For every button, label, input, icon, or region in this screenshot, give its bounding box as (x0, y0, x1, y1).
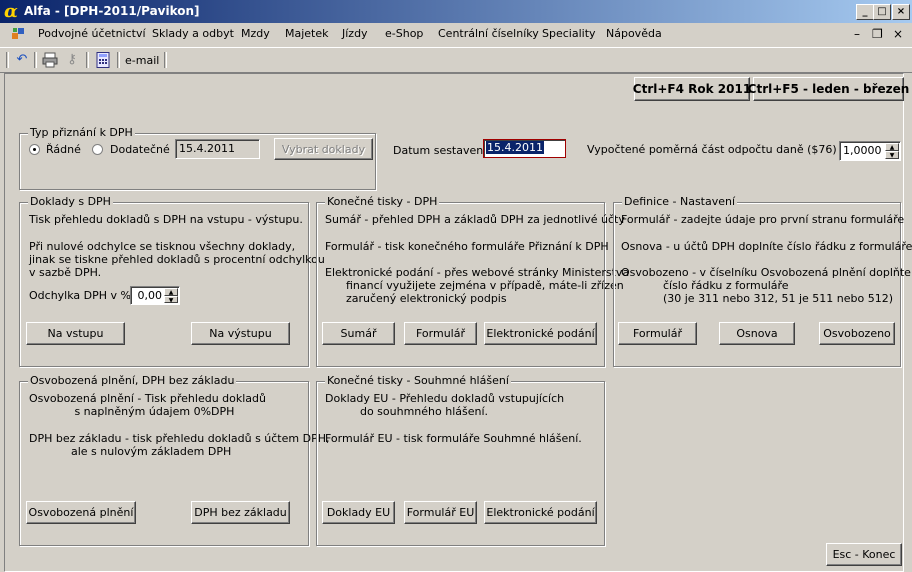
formular-eu-button[interactable]: Formulář EU (404, 501, 477, 524)
menu-item-majetek[interactable]: Majetek (285, 27, 329, 40)
datum-sestaveni-label: Datum sestavení (393, 144, 487, 157)
datum-sestaveni-value: 15.4.2011 (486, 141, 544, 154)
osvobozena-text-2: DPH bez základu - tisk přehledu dokladů … (29, 432, 330, 458)
pomer-label: Vypočtené poměrná část odpočtu daně ($76… (587, 143, 870, 156)
souhrnne-text-1: Doklady EU - Přehledu dokladů vstupující… (325, 392, 565, 418)
definice-text-2: Osnova - u účtů DPH doplníte číslo řádku… (621, 240, 912, 253)
definice-text-3: Osvobozeno - v číselníku Osvobozená plně… (621, 266, 911, 305)
doklady-eu-button[interactable]: Doklady EU (322, 501, 395, 524)
definice-legend: Definice - Nastavení (622, 195, 738, 208)
konecne-text-3: Elektronické podání - přes webové stránk… (325, 266, 630, 305)
konecne-dph-legend: Konečné tisky - DPH (325, 195, 440, 208)
radio-dodatecne[interactable] (92, 144, 103, 155)
toolbar-separator (86, 52, 89, 68)
odchylka-value: 0,00 (137, 289, 163, 302)
menu-item-ciselniky[interactable]: Centrální číselníky (438, 27, 539, 40)
window-title: Alfa - [DPH-2011/Pavikon] (24, 4, 200, 18)
spin-up-icon[interactable]: ▲ (885, 143, 899, 151)
osvobozena-plneni-button[interactable]: Osvobozená plnění (26, 501, 136, 524)
toolbar-grip (6, 52, 9, 68)
odchylka-label: Odchylka DPH v % (29, 289, 131, 302)
radio-radne-label: Řádné (46, 143, 81, 156)
pomer-value: 1,0000 (843, 144, 882, 157)
odchylka-stepper[interactable]: 0,00 ▲ ▼ (130, 286, 180, 305)
odchylka-spin[interactable]: ▲ ▼ (164, 288, 178, 303)
calculator-icon[interactable] (95, 52, 111, 68)
konecne-text-2: Formulář - tisk konečného formuláře Přiz… (325, 240, 609, 253)
toolbar-separator (164, 52, 167, 68)
typ-priznani-legend: Typ přiznání k DPH (28, 126, 135, 139)
print-icon[interactable] (42, 52, 58, 68)
year-button[interactable]: Ctrl+F4 Rok 2011 (633, 77, 751, 101)
na-vystupu-button[interactable]: Na výstupu (191, 322, 290, 345)
definice-text-1: Formulář - zadejte údaje pro první stran… (621, 213, 905, 226)
doklady-text-1: Tisk přehledu dokladů s DPH na vstupu - … (29, 213, 303, 226)
souhrnne-legend: Konečné tisky - Souhmné hlášení (325, 374, 511, 387)
pomer-spin[interactable]: ▲ ▼ (885, 143, 899, 159)
mdi-restore-button[interactable]: ❐ (872, 27, 883, 41)
spin-up-icon[interactable]: ▲ (164, 288, 178, 296)
menu-item-eshop[interactable]: e-Shop (385, 27, 423, 40)
doklady-dph-legend: Doklady s DPH (28, 195, 113, 208)
radio-radne[interactable] (29, 144, 40, 155)
doklady-text-2: Při nulové odchylce se tisknou všechny d… (29, 240, 325, 279)
menu-item-ucetnictvi[interactable]: Podvojné účetnictví (38, 27, 146, 40)
konecne-text-1: Sumář - přehled DPH a základů DPH za jed… (325, 213, 625, 226)
menu-item-speciality[interactable]: Speciality (542, 27, 596, 40)
undo-icon[interactable]: ↶ (14, 52, 30, 68)
email-button[interactable]: e-mail (125, 54, 159, 67)
menu-item-jizdy[interactable]: Jízdy (342, 27, 368, 40)
menu-item-sklady[interactable]: Sklady a odbyt (152, 27, 234, 40)
elektronicke-podani-button[interactable]: Elektronické podání (484, 322, 597, 345)
maximize-button[interactable]: □ (873, 4, 891, 20)
mdi-minimize-button[interactable]: – (854, 27, 860, 41)
souhrnne-text-2: Formulář EU - tisk formuláře Souhmné hlá… (325, 432, 582, 445)
definice-formular-button[interactable]: Formulář (618, 322, 697, 345)
app-menu-icon[interactable] (12, 27, 25, 40)
spin-down-icon[interactable]: ▼ (164, 295, 178, 303)
period-button[interactable]: Ctrl+F5 - leden - březen (748, 77, 909, 101)
mdi-close-button[interactable]: × (893, 27, 903, 41)
toolbar: ↶ ⚷ e-mail (0, 47, 912, 73)
app-logo-icon: α (4, 1, 18, 22)
typ-date-field[interactable]: 15.4.2011 (175, 139, 260, 159)
formular-button[interactable]: Formulář (404, 322, 477, 345)
datum-sestaveni-input[interactable]: 15.4.2011 (483, 139, 566, 158)
na-vstupu-button[interactable]: Na vstupu (26, 322, 125, 345)
minimize-button[interactable]: _ (856, 4, 874, 20)
souhrnne-elektronicke-button[interactable]: Elektronické podání (484, 501, 597, 524)
toolbar-separator (117, 52, 120, 68)
menu-bar: Podvojné účetnictví Sklady a odbyt Mzdy … (0, 23, 912, 45)
menu-item-napoveda[interactable]: Nápověda (606, 27, 662, 40)
osvobozena-text-1: Osvobozená plnění - Tisk přehledu doklad… (29, 392, 267, 418)
sumar-button[interactable]: Sumář (322, 322, 395, 345)
scrollbar[interactable] (902, 73, 910, 570)
close-button[interactable]: × (892, 4, 910, 20)
osvobozena-legend: Osvobozená plnění, DPH bez základu (28, 374, 237, 387)
vybrat-doklady-button[interactable]: Vybrat doklady (274, 138, 373, 160)
spin-down-icon[interactable]: ▼ (885, 151, 899, 159)
esc-konec-button[interactable]: Esc - Konec (826, 543, 902, 566)
title-bar: α Alfa - [DPH-2011/Pavikon] _ □ × (0, 0, 912, 23)
dph-bez-zakladu-button[interactable]: DPH bez základu (191, 501, 290, 524)
osnova-button[interactable]: Osnova (719, 322, 795, 345)
pomer-stepper[interactable]: 1,0000 ▲ ▼ (839, 141, 901, 161)
key-icon[interactable]: ⚷ (64, 52, 80, 68)
radio-dodatecne-label: Dodatečné (110, 143, 170, 156)
toolbar-separator (34, 52, 37, 68)
menu-item-mzdy[interactable]: Mzdy (241, 27, 270, 40)
osvobozeno-button[interactable]: Osvobozeno (819, 322, 895, 345)
